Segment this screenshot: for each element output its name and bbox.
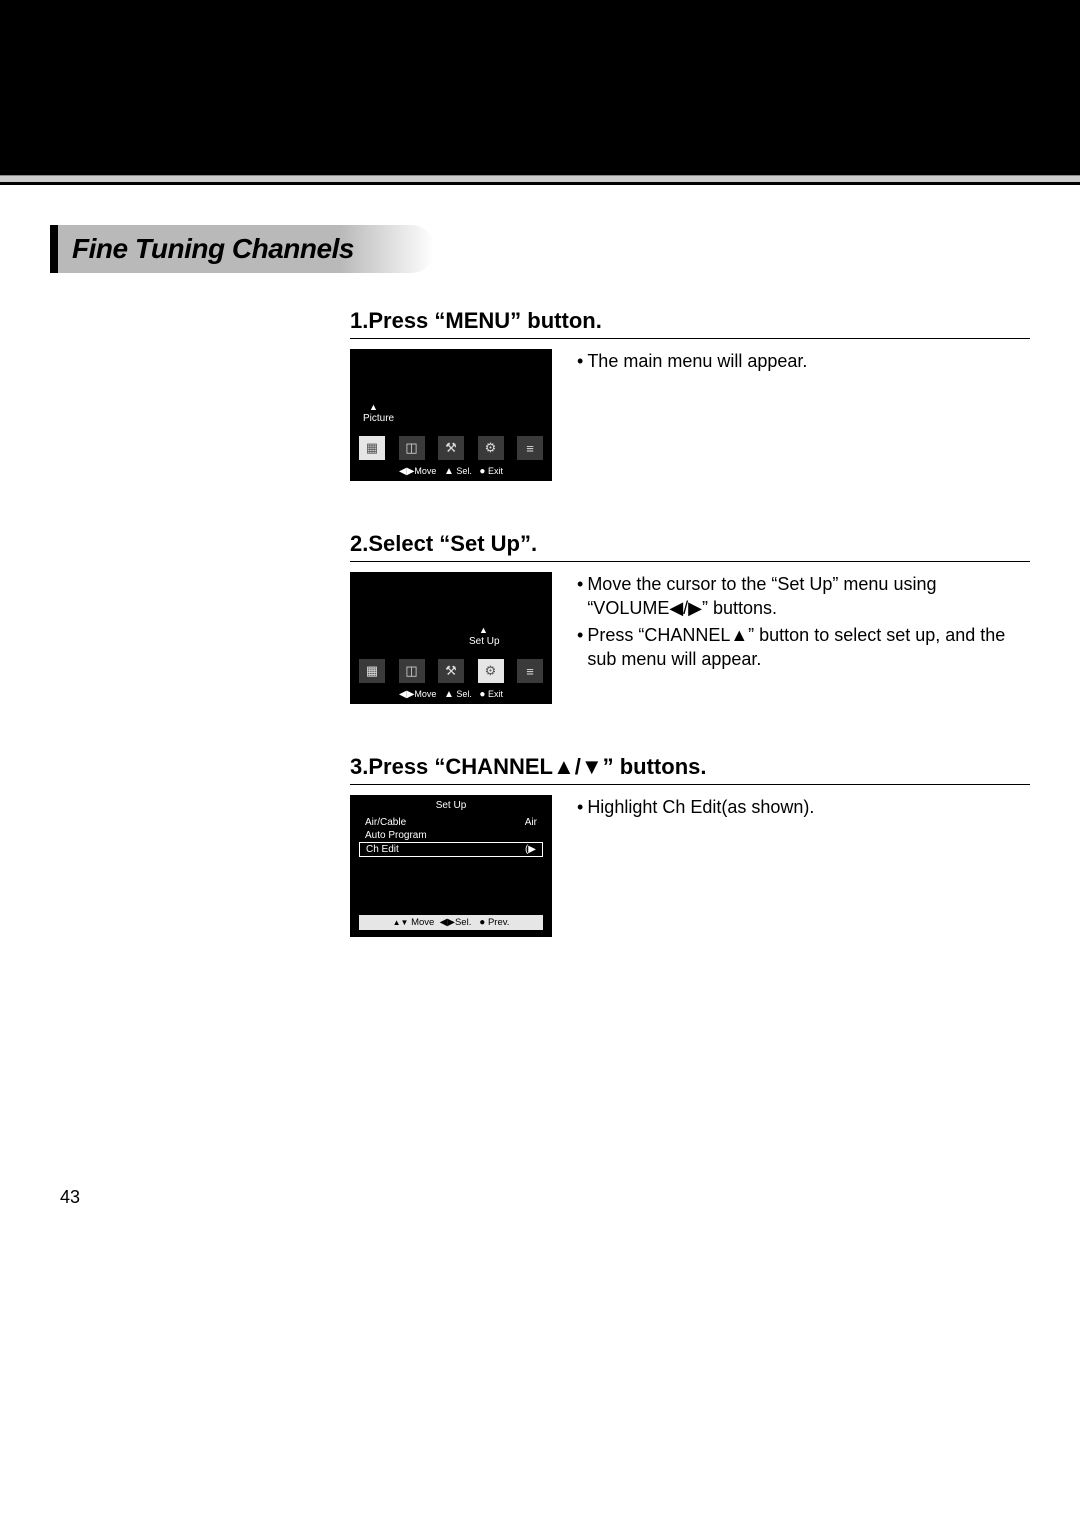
step-2-desc: •Move the cursor to the “Set Up” menu us…: [577, 572, 1030, 704]
step-3-rule: [350, 784, 1030, 785]
step-1-screen: ▲ Picture ▦ ◫ ⚒ ⚙ ≡ ◀▶Move ▲ Sel. ● Exit: [350, 349, 552, 481]
screen-1-hints: ◀▶Move ▲ Sel. ● Exit: [351, 466, 551, 477]
section-heading: Fine Tuning Channels: [50, 225, 1030, 273]
screen-2-icons: ▦ ◫ ⚒ ⚙ ≡: [359, 659, 543, 683]
step-3-heading-block: 3.Press “CHANNEL▲/▼” buttons.: [350, 754, 1030, 785]
header-black-band: [0, 0, 1080, 175]
osd-icon-other: ≡: [517, 436, 543, 460]
screen-1-icons: ▦ ◫ ⚒ ⚙ ≡: [359, 436, 543, 460]
header-rule: [0, 175, 1080, 185]
section-heading-label: Fine Tuning Channels: [58, 225, 434, 273]
setup-row-auto-program: Auto Program: [359, 829, 543, 842]
step-2-title: 2.Select “Set Up”.: [350, 531, 1030, 557]
step-3-desc-line: Highlight Ch Edit(as shown).: [587, 795, 814, 819]
step-2-desc-line-2: Press “CHANNEL▲” button to select set up…: [587, 623, 1030, 672]
step-1-heading-block: 1.Press “MENU” button.: [350, 308, 1030, 339]
setup-row-ch-edit: Ch Edit (▶: [359, 842, 543, 857]
step-1-rule: [350, 338, 1030, 339]
osd-icon-picture: ▦: [359, 659, 385, 683]
step-2-screen: ▲ Set Up ▦ ◫ ⚒ ⚙ ≡ ◀▶Move ▲ Sel. ● Exit: [350, 572, 552, 704]
step-1-row: ▲ Picture ▦ ◫ ⚒ ⚙ ≡ ◀▶Move ▲ Sel. ● Exit…: [350, 349, 1030, 481]
up-arrow-icon: ▲: [479, 625, 488, 635]
screen-3-list: Air/Cable Air Auto Program Ch Edit (▶: [359, 816, 543, 857]
up-arrow-icon: ▲: [369, 402, 378, 412]
step-3-screen: Set Up Air/Cable Air Auto Program Ch Edi…: [350, 795, 552, 937]
step-1-desc-line: The main menu will appear.: [587, 349, 807, 373]
osd-icon-other: ≡: [517, 659, 543, 683]
osd-icon-picture: ▦: [359, 436, 385, 460]
step-1-title: 1.Press “MENU” button.: [350, 308, 1030, 334]
osd-icon-sound: ◫: [399, 659, 425, 683]
page-content: Fine Tuning Channels 1.Press “MENU” butt…: [0, 225, 1080, 1208]
page-number: 43: [60, 1187, 1030, 1208]
step-2-row: ▲ Set Up ▦ ◫ ⚒ ⚙ ≡ ◀▶Move ▲ Sel. ● Exit …: [350, 572, 1030, 704]
step-1-desc: •The main menu will appear.: [577, 349, 807, 481]
osd-icon-feature: ⚒: [438, 659, 464, 683]
osd-icon-setup: ⚙: [478, 436, 504, 460]
screen-2-hints: ◀▶Move ▲ Sel. ● Exit: [351, 689, 551, 700]
screen-2-label: Set Up: [469, 636, 500, 647]
osd-icon-setup: ⚙: [478, 659, 504, 683]
section-heading-bar: [50, 225, 58, 273]
screen-1-label: Picture: [363, 413, 394, 424]
step-3-row: Set Up Air/Cable Air Auto Program Ch Edi…: [350, 795, 1030, 937]
step-2-heading-block: 2.Select “Set Up”.: [350, 531, 1030, 562]
osd-icon-sound: ◫: [399, 436, 425, 460]
step-2-desc-line-1: Move the cursor to the “Set Up” menu usi…: [587, 572, 1030, 621]
screen-3-title: Set Up: [351, 800, 551, 811]
osd-icon-feature: ⚒: [438, 436, 464, 460]
step-2-rule: [350, 561, 1030, 562]
step-3-title: 3.Press “CHANNEL▲/▼” buttons.: [350, 754, 1030, 780]
screen-3-hints: ▲▼ Move ◀▶Sel. ● Prev.: [359, 915, 543, 930]
step-3-desc: •Highlight Ch Edit(as shown).: [577, 795, 814, 937]
setup-row-air-cable: Air/Cable Air: [359, 816, 543, 829]
